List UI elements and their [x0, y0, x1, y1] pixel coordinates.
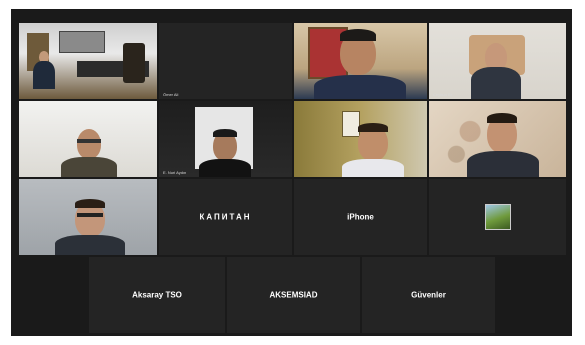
meeting-gallery-view: Ömer Ali Ceyhun Er E. Nuri Aydın КАПИТАН…: [11, 9, 572, 336]
participant-hair: [487, 113, 517, 123]
participant-tile-p1[interactable]: [19, 23, 157, 99]
participant-label: AKSEMSIAD: [269, 290, 318, 300]
video-feed: [19, 101, 157, 177]
participant-body: [55, 235, 125, 255]
video-feed: [429, 101, 566, 177]
participant-hair: [358, 123, 388, 132]
participant-body: [199, 159, 251, 177]
video-feed: [159, 101, 292, 177]
participant-name: Ömer Ali: [163, 92, 179, 97]
participant-body: [342, 159, 404, 177]
participant-tile-p11[interactable]: iPhone: [294, 179, 427, 255]
office-screen: [59, 31, 105, 53]
profile-picture: [484, 204, 511, 230]
participant-label: Güvenler: [411, 290, 446, 300]
participant-tile-p6[interactable]: E. Nuri Aydın: [159, 101, 292, 177]
wall-portrait: [342, 111, 360, 137]
participant-glasses: [77, 139, 101, 143]
participant-hair: [75, 199, 105, 208]
participant-body: [61, 157, 117, 177]
participant-name: E. Nuri Aydın: [163, 170, 187, 175]
participant-label: iPhone: [347, 212, 374, 222]
participant-label: КАПИТАН: [199, 212, 252, 222]
participant-tile-p15[interactable]: Güvenler: [362, 257, 495, 333]
participant-body: [467, 151, 539, 177]
participant-hair: [213, 129, 237, 137]
participant-tile-p2[interactable]: Ömer Ali: [159, 23, 292, 99]
participant-tile-p12[interactable]: [429, 179, 566, 255]
participant-body: [471, 67, 521, 99]
participant-tile-p5[interactable]: [19, 101, 157, 177]
participant-tile-p7[interactable]: [294, 101, 427, 177]
participant-head: [77, 129, 101, 159]
video-feed: [429, 23, 566, 99]
participant-tile-p14[interactable]: AKSEMSIAD: [227, 257, 360, 333]
office-chair: [123, 43, 145, 83]
participant-tile-p8[interactable]: [429, 101, 566, 177]
participant-body: [314, 75, 406, 99]
participant-tile-p10[interactable]: КАПИТАН: [159, 179, 292, 255]
video-feed: [294, 23, 427, 99]
video-feed: [19, 179, 157, 255]
participant-tile-p13[interactable]: Aksaray TSO: [89, 257, 225, 333]
participant-tile-p3[interactable]: [294, 23, 427, 99]
participant-label: Aksaray TSO: [132, 290, 182, 300]
participant-glasses: [77, 213, 103, 217]
participant-tile-p4[interactable]: Ceyhun Er: [429, 23, 566, 99]
participant-hair: [340, 29, 376, 41]
participant-body: [33, 61, 55, 89]
video-feed: [294, 101, 427, 177]
participant-name: Ceyhun Er: [433, 92, 452, 97]
participant-tile-p9[interactable]: [19, 179, 157, 255]
video-feed: [19, 23, 157, 99]
